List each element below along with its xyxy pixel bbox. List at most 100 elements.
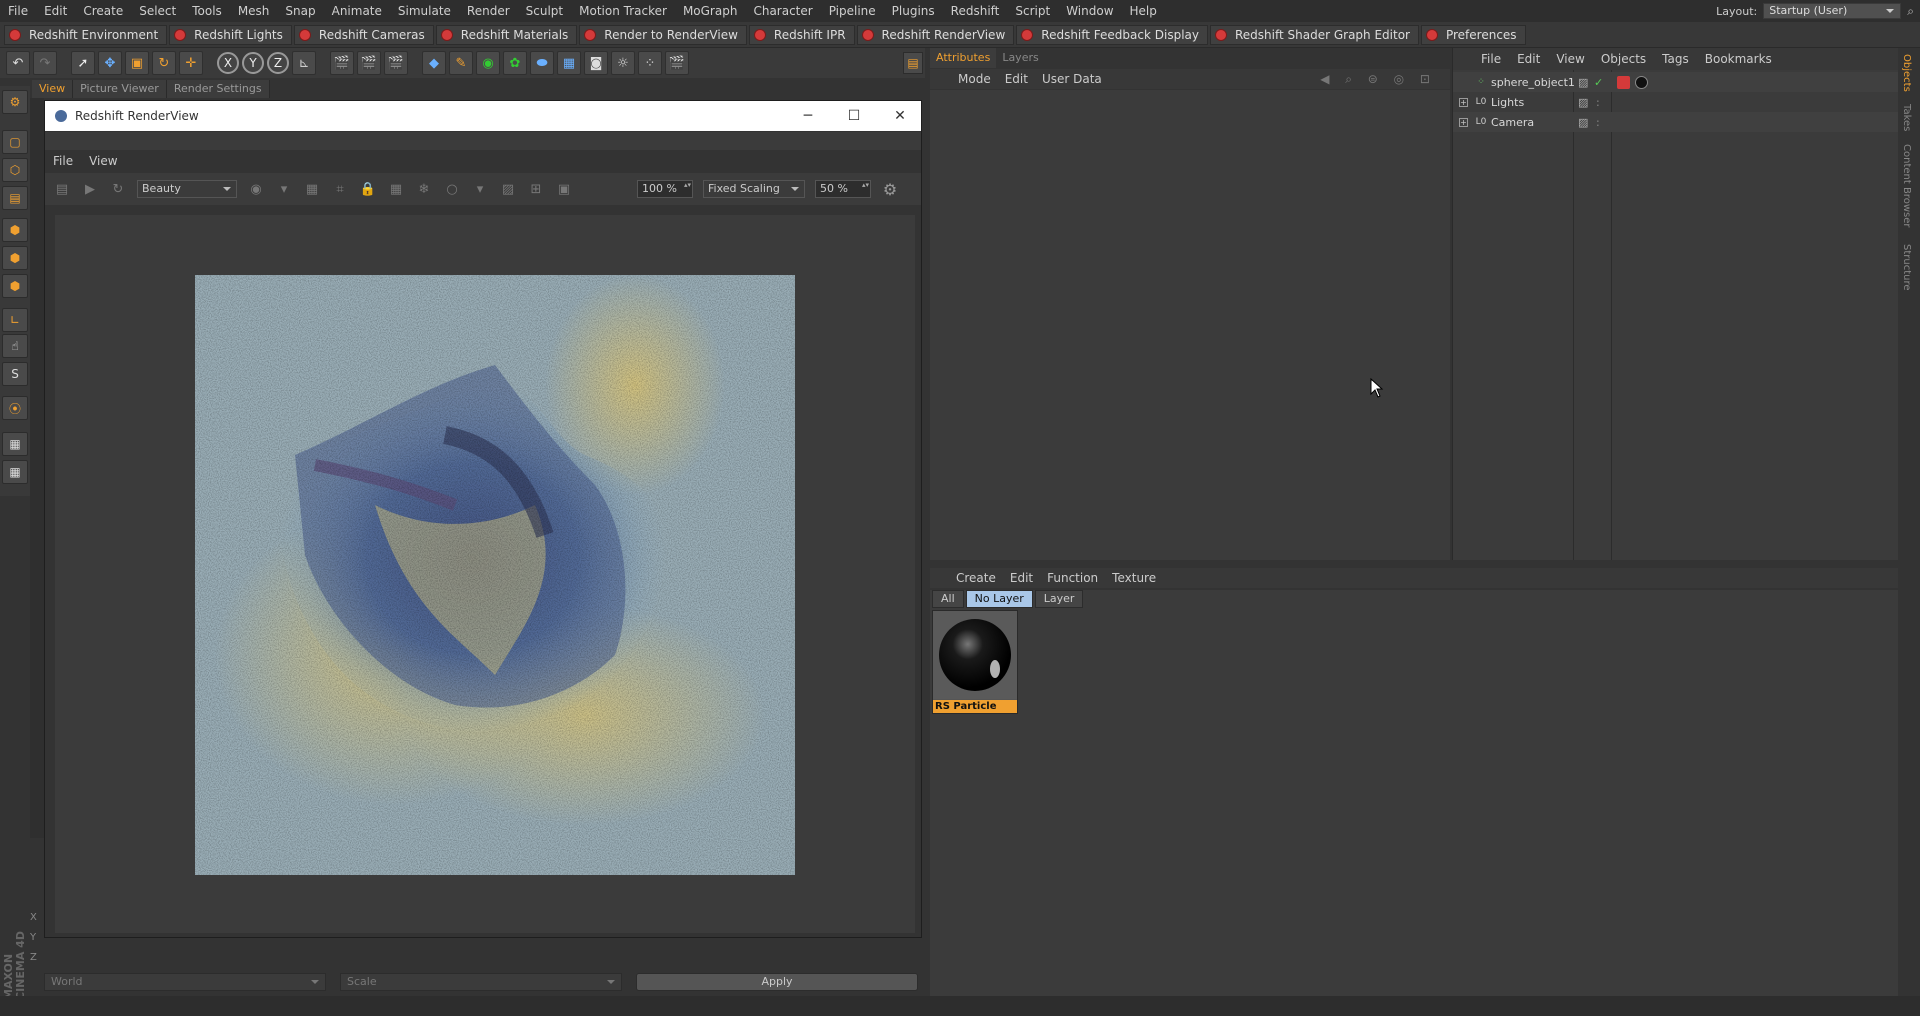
menu-view[interactable]: View (89, 154, 117, 168)
minimize-icon[interactable]: ─ (785, 101, 831, 131)
dot-icon[interactable]: : (1596, 116, 1600, 129)
palette-button-redshift-shader-graph-editor[interactable]: Redshift Shader Graph Editor (1209, 24, 1419, 45)
channel-dropdown-icon[interactable]: ▾ (275, 180, 293, 198)
menu-sculpt[interactable]: Sculpt (518, 0, 571, 22)
particle-icon[interactable]: ⁘ (638, 51, 662, 75)
tab-layer[interactable]: Layer (1034, 590, 1084, 608)
menu-snap[interactable]: Snap (277, 0, 323, 22)
maximize-icon[interactable]: ☐ (831, 101, 877, 131)
z-axis-icon[interactable]: Z (267, 52, 289, 74)
close-icon[interactable]: ✕ (877, 101, 923, 131)
scene-icon[interactable]: 🎬 (665, 51, 689, 75)
rotate-icon[interactable]: ↻ (152, 51, 176, 75)
material-tag-icon[interactable] (1635, 75, 1648, 89)
menu-render[interactable]: Render (459, 0, 518, 22)
menu-create[interactable]: Create (956, 571, 996, 585)
menu-motion-tracker[interactable]: Motion Tracker (571, 0, 675, 22)
dot-icon[interactable]: : (1596, 96, 1600, 109)
menu-character[interactable]: Character (745, 0, 820, 22)
circle-dropdown-icon[interactable]: ▾ (471, 180, 489, 198)
tab-render-settings[interactable]: Render Settings (166, 80, 270, 98)
snapshot-icon[interactable]: ▣ (555, 180, 573, 198)
menu-animate[interactable]: Animate (324, 0, 390, 22)
crop-icon[interactable]: ⌗ (331, 180, 349, 198)
menu-edit[interactable]: Edit (1517, 52, 1540, 66)
solo-icon[interactable]: S (2, 362, 28, 386)
palette-button-redshift-cameras[interactable]: Redshift Cameras (293, 24, 434, 45)
menu-file[interactable]: File (0, 0, 36, 22)
visibility-toggle-icon[interactable]: ▨ (1578, 76, 1588, 89)
points-mode-icon[interactable]: ⬢ (2, 218, 28, 242)
gear-icon[interactable]: ⚙ (881, 180, 899, 199)
tab-picture-viewer[interactable]: Picture Viewer (73, 80, 167, 98)
coordinate-system-icon[interactable]: ⊾ (292, 51, 316, 75)
cube-icon[interactable]: ◆ (422, 51, 446, 75)
redshift-tag-icon[interactable] (1617, 75, 1630, 89)
menu-mograph[interactable]: MoGraph (675, 0, 746, 22)
menu-window[interactable]: Window (1058, 0, 1121, 22)
cloner-icon[interactable]: ✿ (503, 51, 527, 75)
side-tab-content-browser[interactable]: Content Browser (1901, 144, 1912, 227)
object-row-sphere[interactable]: ⁘ sphere_object1 ▨ ✓ (1453, 72, 1899, 92)
select-arrow-icon[interactable]: ➚ (71, 51, 95, 75)
texture-mode-icon[interactable]: ⬡ (2, 158, 28, 182)
menu-file[interactable]: File (1481, 52, 1501, 66)
tab-attributes[interactable]: Attributes (930, 48, 997, 68)
side-tab-objects[interactable]: Objects (1901, 54, 1912, 92)
scale-icon[interactable]: ▣ (125, 51, 149, 75)
clapper-icon[interactable]: ▤ (53, 180, 71, 198)
tab-view[interactable]: View (32, 80, 74, 98)
attributes-nav-icons[interactable]: ◀ ⌕ ⊜ ◎ ⊡ (1320, 72, 1436, 87)
lock-workplane-icon[interactable]: ▦ (2, 432, 28, 456)
axis-mode-icon[interactable]: ∟ (2, 308, 28, 332)
palette-button-redshift-ipr[interactable]: Redshift IPR (748, 24, 855, 45)
visibility-toggle-icon[interactable]: ▨ (1578, 116, 1588, 129)
move-icon[interactable]: ✥ (98, 51, 122, 75)
tab-no-layer[interactable]: No Layer (965, 590, 1033, 608)
grid-icon[interactable]: ▦ (303, 180, 321, 198)
scaling-dropdown[interactable]: Fixed Scaling (703, 180, 805, 198)
menu-edit[interactable]: Edit (36, 0, 75, 22)
material-swatch[interactable]: RS Particle (932, 610, 1018, 714)
save-icon[interactable]: ▤ (903, 52, 923, 74)
side-tab-structure[interactable]: Structure (1901, 244, 1912, 291)
snap-icon[interactable]: ⦿ (2, 396, 28, 420)
palette-button-redshift-lights[interactable]: Redshift Lights (169, 24, 292, 45)
palette-button-redshift-environment[interactable]: Redshift Environment (4, 24, 168, 45)
menu-objects[interactable]: Objects (1601, 52, 1646, 66)
floor-icon[interactable]: ▦ (557, 51, 581, 75)
workplane-icon[interactable]: ▤ (2, 186, 28, 210)
circle-icon[interactable]: ○ (443, 180, 461, 198)
redo-icon[interactable]: ↷ (33, 51, 57, 75)
model-mode-icon[interactable]: ▢ (2, 130, 28, 154)
subdivision-icon[interactable]: ◉ (476, 51, 500, 75)
scale-percent-input[interactable]: 50 % (815, 180, 871, 198)
tab-layers[interactable]: Layers (996, 48, 1044, 68)
expand-icon[interactable]: + (1459, 97, 1468, 107)
enabled-check-icon[interactable]: ✓ (1594, 76, 1603, 89)
rgb-channel-icon[interactable]: ◉ (247, 180, 265, 198)
render-picture-viewer-icon[interactable]: 🎬 (357, 51, 381, 75)
live-select-icon[interactable]: ✛ (179, 51, 203, 75)
menu-file[interactable]: File (53, 154, 73, 168)
menu-script[interactable]: Script (1007, 0, 1058, 22)
palette-button-redshift-materials[interactable]: Redshift Materials (435, 24, 578, 45)
expand-icon[interactable]: + (1459, 117, 1468, 127)
layout-dropdown[interactable]: Startup (User) (1763, 3, 1902, 19)
y-axis-icon[interactable]: Y (242, 52, 264, 74)
coordinate-space-dropdown[interactable]: World (44, 973, 326, 991)
snowflake-icon[interactable]: ❄ (415, 180, 433, 198)
buckets-icon[interactable]: ▦ (387, 180, 405, 198)
menu-bookmarks[interactable]: Bookmarks (1705, 52, 1772, 66)
render-view-icon[interactable]: 🎬 (330, 51, 354, 75)
add-snapshot-icon[interactable]: ⊞ (527, 180, 545, 198)
planar-workplane-icon[interactable]: ▦ (2, 460, 28, 484)
palette-button-redshift-feedback-display[interactable]: Redshift Feedback Display (1016, 24, 1208, 45)
menu-user-data[interactable]: User Data (1042, 72, 1102, 86)
menu-texture[interactable]: Texture (1112, 571, 1156, 585)
apply-button[interactable]: Apply (636, 973, 918, 991)
menu-mode[interactable]: Mode (958, 72, 991, 86)
object-row-lights[interactable]: + L0 Lights ▨ : (1453, 92, 1899, 112)
zoom-input[interactable]: 100 % (637, 180, 693, 198)
menu-edit[interactable]: Edit (1005, 72, 1028, 86)
